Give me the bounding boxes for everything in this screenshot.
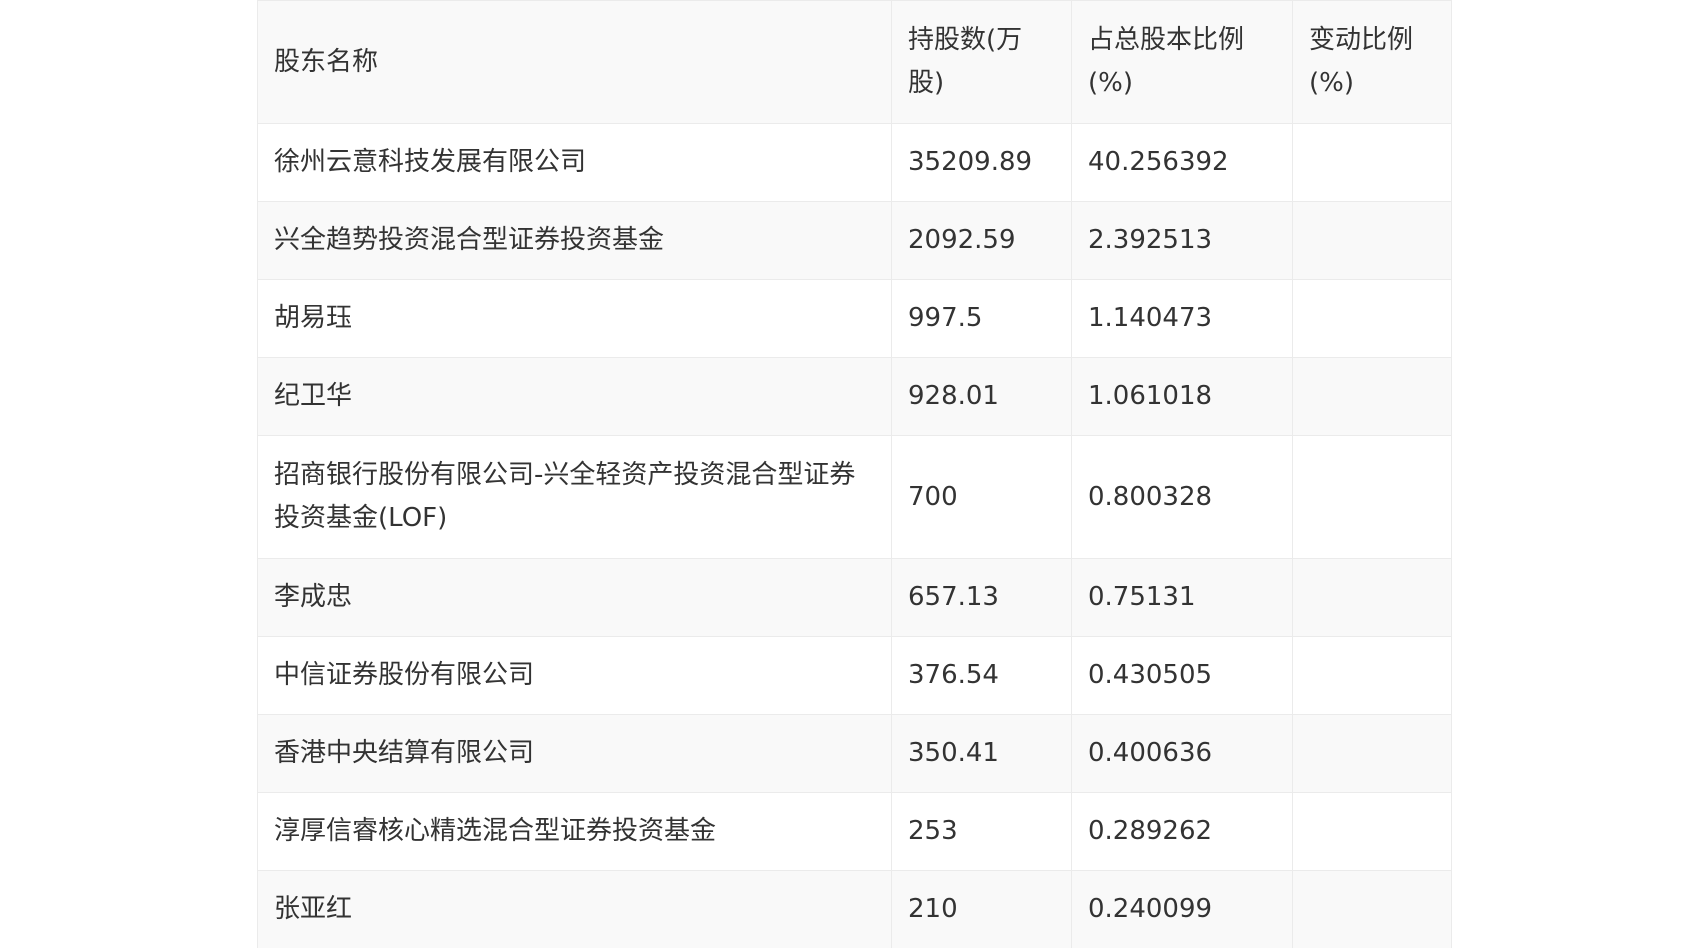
cell-change-ratio: [1292, 357, 1452, 436]
cell-shareholder-name: 招商银行股份有限公司-兴全轻资产投资混合型证券投资基金(LOF): [257, 435, 892, 559]
header-change-ratio: 变动比例(%): [1292, 0, 1452, 124]
cell-share-ratio: 1.061018: [1071, 357, 1293, 436]
cell-shareholder-name: 淳厚信睿核心精选混合型证券投资基金: [257, 792, 892, 871]
cell-share-ratio: 0.75131: [1071, 558, 1293, 637]
cell-change-ratio: [1292, 435, 1452, 559]
cell-shares-held: 997.5: [891, 279, 1072, 358]
table-row: 徐州云意科技发展有限公司 35209.89 40.256392: [257, 123, 1452, 202]
header-share-ratio: 占总股本比例(%): [1071, 0, 1293, 124]
cell-shareholder-name: 胡易珏: [257, 279, 892, 358]
cell-shareholder-name: 香港中央结算有限公司: [257, 714, 892, 793]
cell-change-ratio: [1292, 558, 1452, 637]
cell-shares-held: 2092.59: [891, 201, 1072, 280]
table-body: 徐州云意科技发展有限公司 35209.89 40.256392 兴全趋势投资混合…: [257, 123, 1452, 948]
table-row: 中信证券股份有限公司 376.54 0.430505: [257, 636, 1452, 715]
cell-share-ratio: 0.800328: [1071, 435, 1293, 559]
cell-shareholder-name: 兴全趋势投资混合型证券投资基金: [257, 201, 892, 280]
cell-change-ratio: [1292, 870, 1452, 948]
cell-share-ratio: 0.400636: [1071, 714, 1293, 793]
shareholders-table: 股东名称 持股数(万股) 占总股本比例(%) 变动比例(%) 徐州云意科技发展有…: [257, 0, 1452, 948]
table-row: 张亚红 210 0.240099: [257, 870, 1452, 948]
cell-shares-held: 35209.89: [891, 123, 1072, 202]
table-row: 纪卫华 928.01 1.061018: [257, 357, 1452, 436]
cell-change-ratio: [1292, 201, 1452, 280]
cell-shareholder-name: 中信证券股份有限公司: [257, 636, 892, 715]
header-shareholder-name: 股东名称: [257, 0, 892, 124]
cell-share-ratio: 2.392513: [1071, 201, 1293, 280]
table-row: 李成忠 657.13 0.75131: [257, 558, 1452, 637]
cell-shares-held: 928.01: [891, 357, 1072, 436]
table-row: 香港中央结算有限公司 350.41 0.400636: [257, 714, 1452, 793]
cell-shareholder-name: 徐州云意科技发展有限公司: [257, 123, 892, 202]
page: 股东名称 持股数(万股) 占总股本比例(%) 变动比例(%) 徐州云意科技发展有…: [0, 0, 1700, 948]
cell-share-ratio: 1.140473: [1071, 279, 1293, 358]
cell-change-ratio: [1292, 792, 1452, 871]
cell-share-ratio: 0.289262: [1071, 792, 1293, 871]
header-shares-held: 持股数(万股): [891, 0, 1072, 124]
cell-shareholder-name: 李成忠: [257, 558, 892, 637]
cell-shareholder-name: 纪卫华: [257, 357, 892, 436]
cell-change-ratio: [1292, 636, 1452, 715]
cell-share-ratio: 40.256392: [1071, 123, 1293, 202]
header-row: 股东名称 持股数(万股) 占总股本比例(%) 变动比例(%): [257, 0, 1452, 124]
cell-shares-held: 700: [891, 435, 1072, 559]
cell-change-ratio: [1292, 714, 1452, 793]
cell-shares-held: 657.13: [891, 558, 1072, 637]
table-row: 招商银行股份有限公司-兴全轻资产投资混合型证券投资基金(LOF) 700 0.8…: [257, 435, 1452, 559]
cell-shares-held: 210: [891, 870, 1072, 948]
cell-shares-held: 350.41: [891, 714, 1072, 793]
cell-share-ratio: 0.430505: [1071, 636, 1293, 715]
cell-share-ratio: 0.240099: [1071, 870, 1293, 948]
cell-change-ratio: [1292, 279, 1452, 358]
cell-shares-held: 376.54: [891, 636, 1072, 715]
table-row: 兴全趋势投资混合型证券投资基金 2092.59 2.392513: [257, 201, 1452, 280]
table-header: 股东名称 持股数(万股) 占总股本比例(%) 变动比例(%): [257, 0, 1452, 124]
table-row: 淳厚信睿核心精选混合型证券投资基金 253 0.289262: [257, 792, 1452, 871]
table-row: 胡易珏 997.5 1.140473: [257, 279, 1452, 358]
cell-change-ratio: [1292, 123, 1452, 202]
cell-shares-held: 253: [891, 792, 1072, 871]
cell-shareholder-name: 张亚红: [257, 870, 892, 948]
